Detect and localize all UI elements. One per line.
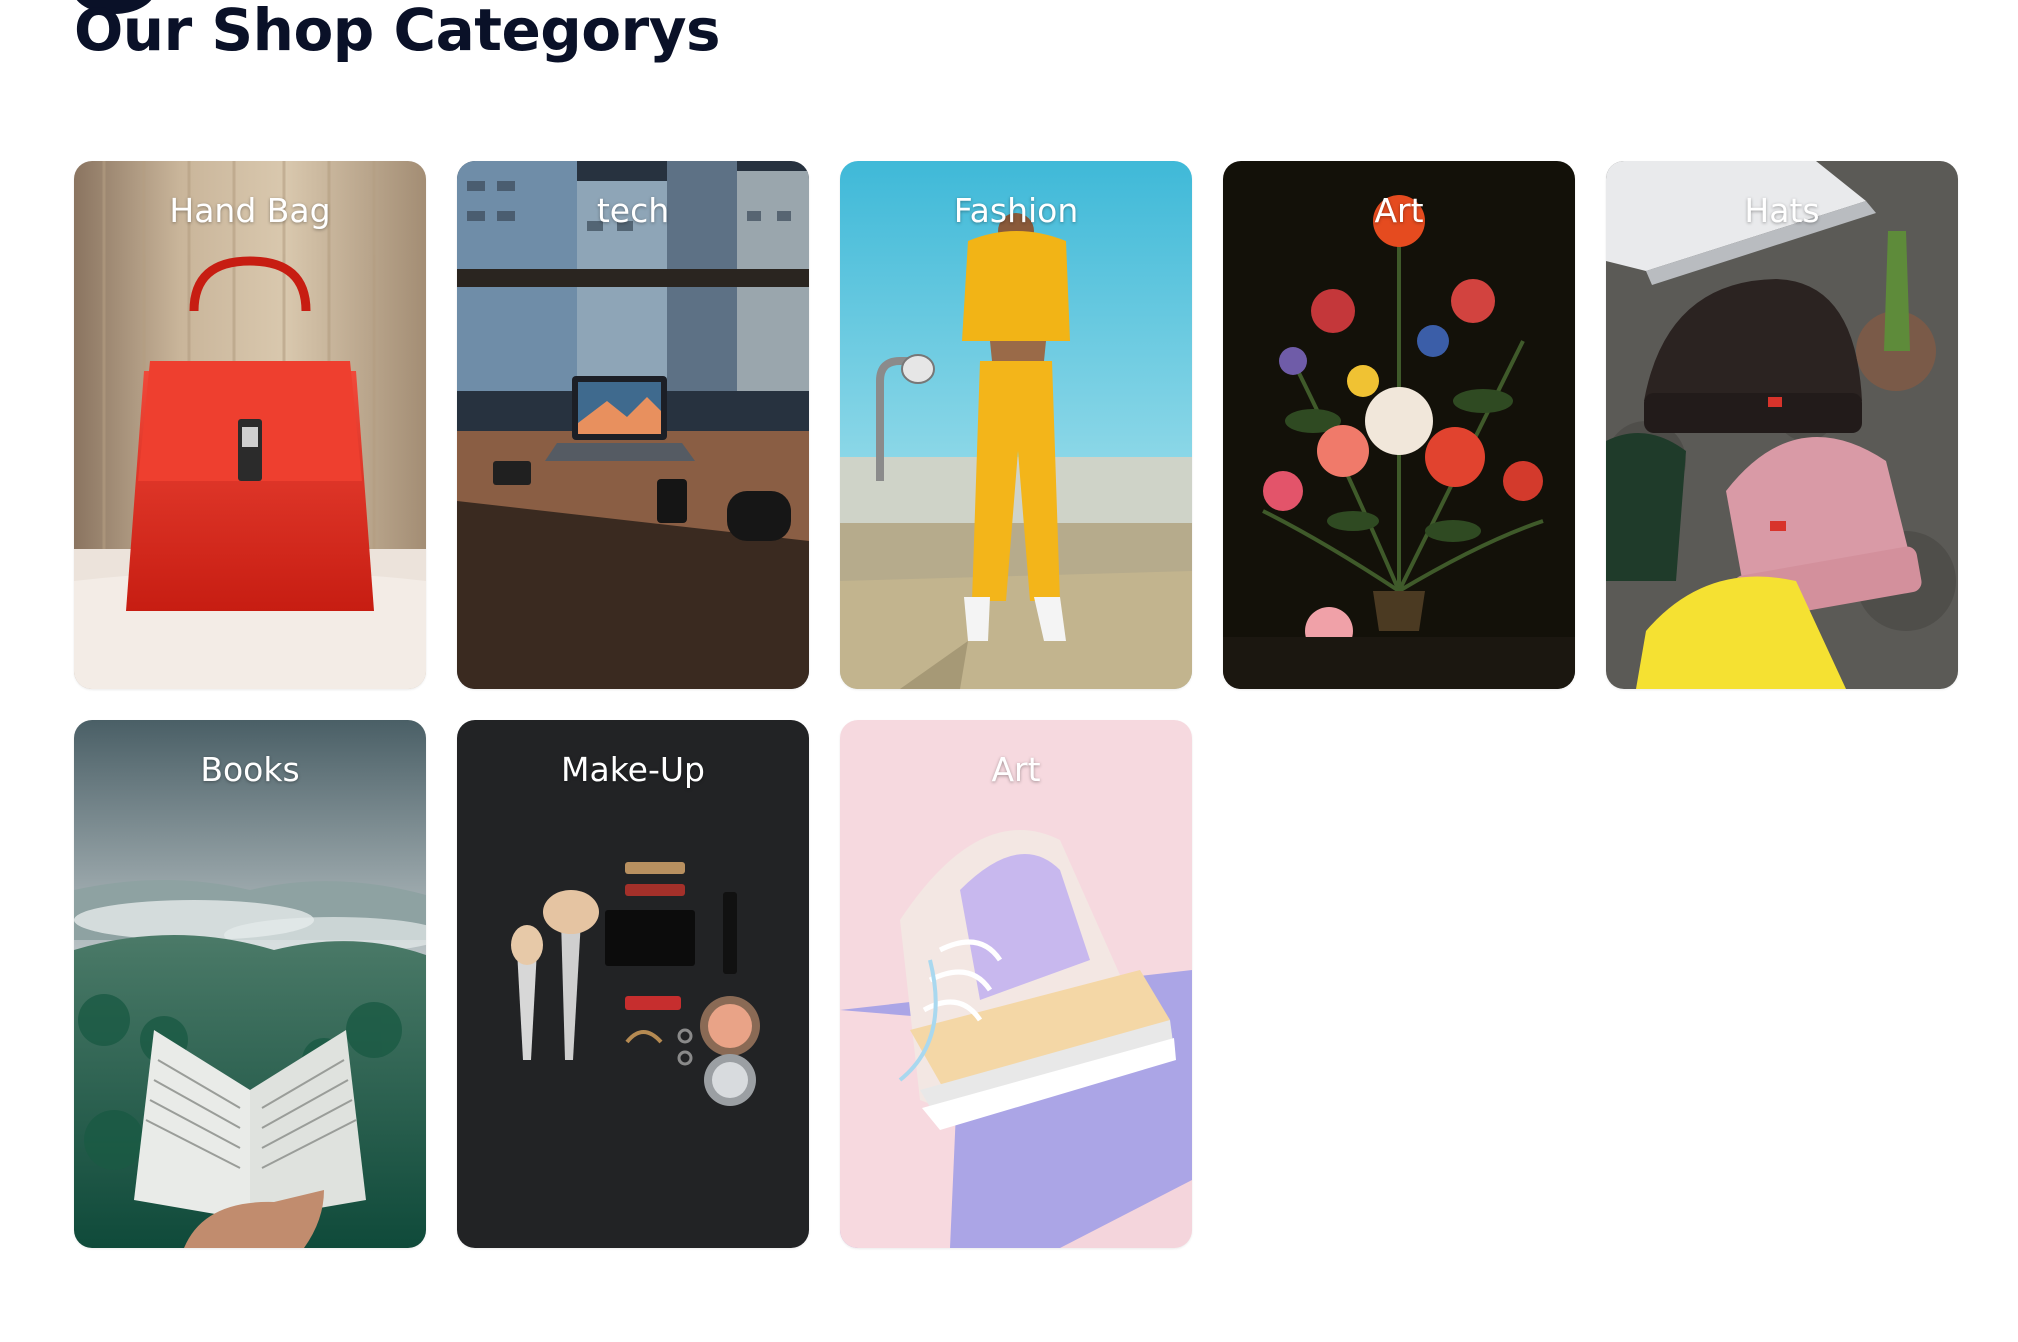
- category-card-art-sneaker[interactable]: Art: [840, 720, 1192, 1248]
- category-grid: Hand Bag tech Fashion Art Hats Books Mak…: [74, 161, 1958, 1248]
- pastel-sneaker-image: [840, 720, 1192, 1248]
- category-card-hand-bag[interactable]: Hand Bag: [74, 161, 426, 689]
- makeup-flatlay-image: [457, 720, 809, 1248]
- section-title: Our Shop Categorys: [74, 0, 721, 64]
- category-card-make-up[interactable]: Make-Up: [457, 720, 809, 1248]
- open-book-misty-forest-image: [74, 720, 426, 1248]
- flower-still-life-painting-image: [1223, 161, 1575, 689]
- yellow-tracksuit-model-image: [840, 161, 1192, 689]
- category-card-hats[interactable]: Hats: [1606, 161, 1958, 689]
- laptop-desk-city-image: [457, 161, 809, 689]
- category-card-books[interactable]: Books: [74, 720, 426, 1248]
- category-card-art[interactable]: Art: [1223, 161, 1575, 689]
- red-handbag-image: [74, 161, 426, 689]
- category-card-fashion[interactable]: Fashion: [840, 161, 1192, 689]
- knit-beanies-image: [1606, 161, 1958, 689]
- category-card-tech[interactable]: tech: [457, 161, 809, 689]
